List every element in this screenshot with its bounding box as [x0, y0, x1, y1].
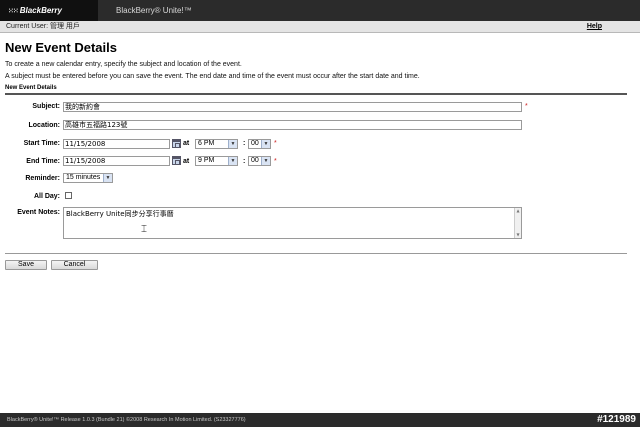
reminder-value: 15 minutes: [66, 174, 101, 181]
chevron-down-icon: ▼: [261, 140, 270, 148]
footer-bar: BlackBerry® Unite!™ Release 1.0.3 (Bundl…: [0, 413, 640, 427]
required-marker: *: [274, 158, 277, 165]
scroll-down-icon[interactable]: ▼: [515, 232, 521, 238]
at-label: at: [183, 158, 190, 165]
event-notes-label: Event Notes:: [17, 209, 60, 216]
subject-input[interactable]: 我的新約會: [63, 102, 522, 112]
end-time-label: End Time:: [26, 158, 60, 165]
reminder-select[interactable]: 15 minutes ▼: [63, 173, 113, 183]
start-minute-value: 00: [251, 140, 259, 147]
user-bar: Current User: 管理 用戶 Help: [0, 21, 640, 33]
section-divider: [5, 93, 627, 95]
subject-label: Subject:: [32, 103, 60, 110]
blackberry-logo: ⁙⁙ BlackBerry: [0, 0, 98, 21]
location-input[interactable]: 高雄市五福路123號: [63, 120, 522, 130]
instruction-text: To create a new calendar entry, specify …: [5, 61, 242, 68]
end-minute-select[interactable]: 00 ▼: [248, 156, 271, 166]
help-link[interactable]: Help: [587, 21, 602, 33]
image-id-watermark: #121989: [597, 414, 636, 425]
event-notes-value: BlackBerry Unite同步分享行事曆: [66, 210, 174, 218]
text-cursor-icon: ⌶: [141, 224, 147, 235]
notes-scrollbar[interactable]: ▲ ▼: [514, 208, 521, 238]
end-date-input[interactable]: 11/15/2008: [63, 156, 170, 166]
time-colon: :: [243, 158, 246, 165]
top-bar: ⁙⁙ BlackBerry BlackBerry® Unite!™: [0, 0, 640, 21]
chevron-down-icon: ▼: [103, 174, 112, 182]
time-colon: :: [243, 140, 246, 147]
location-label: Location:: [28, 122, 61, 129]
scroll-up-icon[interactable]: ▲: [515, 208, 521, 214]
cancel-button[interactable]: Cancel: [51, 260, 98, 270]
current-user-label: Current User: 管理 用戶: [6, 23, 80, 30]
start-time-label: Start Time:: [23, 140, 60, 147]
end-hour-select[interactable]: 9 PM ▼: [195, 156, 238, 166]
at-label: at: [183, 140, 190, 147]
all-day-label: All Day:: [33, 193, 60, 200]
chevron-down-icon: ▼: [228, 140, 237, 148]
calendar-icon[interactable]: [172, 139, 181, 148]
end-hour-value: 9 PM: [198, 157, 215, 164]
all-day-checkbox[interactable]: [65, 192, 72, 199]
event-notes-textarea[interactable]: BlackBerry Unite同步分享行事曆 ▲ ▼: [63, 207, 522, 239]
form-divider: [5, 253, 627, 254]
chevron-down-icon: ▼: [261, 157, 270, 165]
instruction-text-required: A subject must be entered before you can…: [5, 73, 420, 80]
end-minute-value: 00: [251, 157, 259, 164]
start-minute-select[interactable]: 00 ▼: [248, 139, 271, 149]
required-marker: *: [274, 140, 277, 147]
footer-copyright: BlackBerry® Unite!™ Release 1.0.3 (Bundl…: [7, 417, 246, 423]
page-title: New Event Details: [5, 40, 117, 55]
reminder-label: Reminder:: [25, 175, 60, 182]
blackberry-logo-icon: ⁙⁙: [8, 8, 19, 15]
start-date-input[interactable]: 11/15/2008: [63, 139, 170, 149]
save-button[interactable]: Save: [5, 260, 47, 270]
chevron-down-icon: ▼: [228, 157, 237, 165]
app-title: BlackBerry® Unite!™: [116, 6, 192, 15]
logo-text: BlackBerry: [19, 6, 62, 15]
required-marker: *: [525, 103, 528, 110]
start-hour-select[interactable]: 6 PM ▼: [195, 139, 238, 149]
section-title: New Event Details: [5, 85, 57, 91]
calendar-icon[interactable]: [172, 156, 181, 165]
start-hour-value: 6 PM: [198, 140, 215, 147]
